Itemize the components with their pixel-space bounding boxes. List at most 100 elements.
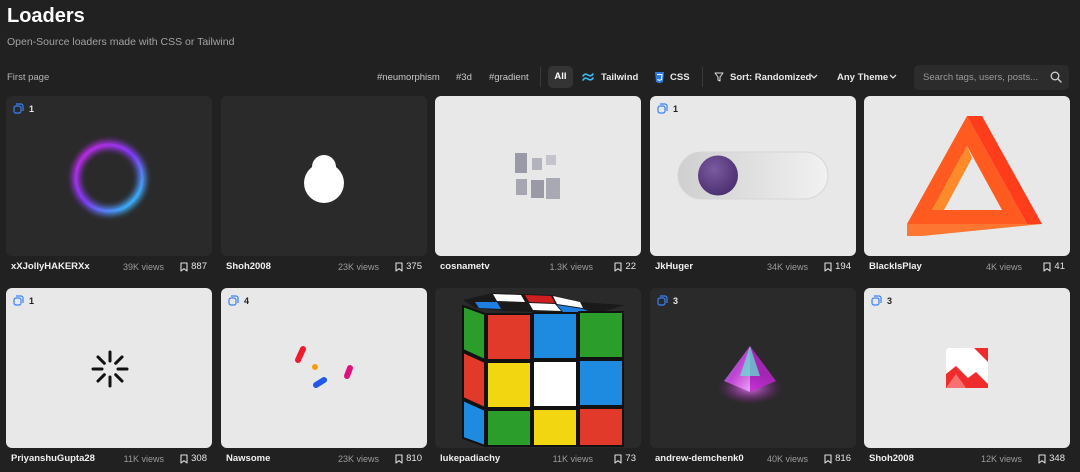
author-name[interactable]: lukepadiachy bbox=[440, 453, 500, 464]
card-footer: lukepadiachy 11K views 73 bbox=[435, 452, 641, 466]
save-count[interactable]: 375 bbox=[395, 261, 422, 272]
loader-preview[interactable] bbox=[435, 96, 641, 256]
save-count-value: 194 bbox=[835, 261, 851, 272]
author-name[interactable]: BlackIsPlay bbox=[869, 261, 922, 272]
filter-css-button[interactable]: CSS bbox=[670, 72, 690, 83]
bookmark-icon bbox=[824, 453, 832, 464]
tag-gradient[interactable]: #gradient bbox=[489, 72, 529, 83]
save-count[interactable]: 810 bbox=[395, 453, 422, 464]
glowing-pyramid-loader bbox=[718, 346, 782, 404]
view-count: 11K views bbox=[123, 454, 164, 464]
view-count: 34K views bbox=[766, 262, 808, 272]
search-box bbox=[914, 65, 1069, 90]
bookmark-icon bbox=[180, 261, 188, 272]
loader-preview[interactable] bbox=[435, 288, 641, 448]
save-count-value: 41 bbox=[1054, 261, 1065, 272]
author-name[interactable]: xXJollyHAKERXx bbox=[11, 261, 90, 272]
filter-toolbar: First page #neumorphism #3d #gradient Al… bbox=[0, 64, 1080, 91]
confetti-dots-loader bbox=[295, 346, 353, 388]
card-footer: BlackIsPlay 4K views 41 bbox=[864, 260, 1070, 274]
loader-preview[interactable]: 3 bbox=[864, 288, 1070, 448]
save-count[interactable]: 194 bbox=[824, 261, 851, 272]
chevron-down-icon bbox=[889, 74, 897, 80]
loader-preview[interactable] bbox=[221, 96, 427, 256]
loader-grid: 1 xXJollyHAKERXx 39K views 887 Shoh2008 … bbox=[6, 96, 1074, 472]
loader-preview[interactable] bbox=[864, 96, 1070, 256]
view-count: 1.3K views bbox=[549, 262, 593, 272]
neumorphic-toggle-loader bbox=[677, 151, 829, 200]
card-footer: xXJollyHAKERXx 39K views 887 bbox=[6, 260, 212, 274]
card-footer: Shoh2008 23K views 375 bbox=[221, 260, 427, 274]
tag-neumorphism[interactable]: #neumorphism bbox=[377, 72, 440, 83]
save-count-value: 887 bbox=[191, 261, 207, 272]
author-name[interactable]: cosnametv bbox=[440, 261, 490, 272]
save-count[interactable]: 22 bbox=[614, 261, 636, 272]
save-count[interactable]: 308 bbox=[180, 453, 207, 464]
bookmark-icon bbox=[1038, 453, 1046, 464]
image-icon bbox=[946, 348, 988, 388]
theme-dropdown[interactable]: Any Theme bbox=[837, 72, 888, 83]
author-name[interactable]: andrew-demchenk0 bbox=[655, 453, 744, 464]
gradient-ring-loader bbox=[72, 141, 146, 215]
view-count: 11K views bbox=[552, 454, 593, 464]
bookmark-icon bbox=[180, 453, 188, 464]
loader-preview[interactable]: 3 bbox=[650, 288, 856, 448]
white-blob-loader bbox=[304, 155, 344, 203]
filter-all-button[interactable]: All bbox=[548, 66, 573, 88]
author-name[interactable]: PriyanshuGupta28 bbox=[11, 453, 95, 464]
spinner-loader bbox=[91, 350, 129, 388]
rubiks-cube-loader bbox=[462, 293, 625, 448]
tag-3d[interactable]: #3d bbox=[456, 72, 472, 83]
grey-blocks-loader bbox=[515, 153, 560, 199]
save-count-value: 375 bbox=[406, 261, 422, 272]
sort-dropdown[interactable]: Sort: Randomized bbox=[730, 72, 811, 83]
save-count[interactable]: 816 bbox=[824, 453, 851, 464]
divider bbox=[540, 67, 541, 87]
tailwind-icon bbox=[581, 71, 595, 83]
card-footer: andrew-demchenk0 40K views 816 bbox=[650, 452, 856, 466]
card-footer: Nawsome 23K views 810 bbox=[221, 452, 427, 466]
view-count: 23K views bbox=[337, 262, 379, 272]
view-count: 40K views bbox=[766, 454, 808, 464]
view-count: 4K views bbox=[985, 262, 1022, 272]
save-count[interactable]: 887 bbox=[180, 261, 207, 272]
bookmark-icon bbox=[824, 261, 832, 272]
save-count-value: 22 bbox=[625, 261, 636, 272]
author-name[interactable]: Shoh2008 bbox=[869, 453, 914, 464]
save-count[interactable]: 348 bbox=[1038, 453, 1065, 464]
first-page-label: First page bbox=[7, 72, 50, 83]
view-count: 39K views bbox=[122, 262, 164, 272]
divider bbox=[702, 67, 703, 87]
bookmark-icon bbox=[395, 261, 403, 272]
author-name[interactable]: Shoh2008 bbox=[226, 261, 271, 272]
card-footer: PriyanshuGupta28 11K views 308 bbox=[6, 452, 212, 466]
chevron-down-icon bbox=[810, 74, 818, 80]
save-count-value: 73 bbox=[625, 453, 636, 464]
save-count-value: 348 bbox=[1049, 453, 1065, 464]
filter-funnel-icon bbox=[714, 72, 724, 82]
save-count-value: 816 bbox=[835, 453, 851, 464]
loader-preview[interactable]: 1 bbox=[6, 288, 212, 448]
author-name[interactable]: JkHuger bbox=[655, 261, 693, 272]
bookmark-icon bbox=[1043, 261, 1051, 272]
card-footer: JkHuger 34K views 194 bbox=[650, 260, 856, 274]
save-count[interactable]: 41 bbox=[1043, 261, 1065, 272]
page-subtitle: Open-Source loaders made with CSS or Tai… bbox=[7, 36, 235, 48]
search-input[interactable] bbox=[923, 70, 1047, 85]
loader-preview[interactable]: 4 bbox=[221, 288, 427, 448]
filter-tailwind-button[interactable]: Tailwind bbox=[601, 72, 638, 83]
bookmark-icon bbox=[614, 261, 622, 272]
save-count[interactable]: 73 bbox=[614, 453, 636, 464]
bookmark-icon bbox=[614, 453, 622, 464]
page-title: Loaders bbox=[7, 5, 85, 27]
card-footer: cosnametv 1.3K views 22 bbox=[435, 260, 641, 274]
loader-preview[interactable]: 1 bbox=[650, 96, 856, 256]
save-count-value: 308 bbox=[191, 453, 207, 464]
css-icon bbox=[654, 71, 665, 84]
search-icon[interactable] bbox=[1050, 71, 1062, 83]
author-name[interactable]: Nawsome bbox=[226, 453, 270, 464]
save-count-value: 810 bbox=[406, 453, 422, 464]
view-count: 12K views bbox=[980, 454, 1022, 464]
card-footer: Shoh2008 12K views 348 bbox=[864, 452, 1070, 466]
loader-preview[interactable]: 1 bbox=[6, 96, 212, 256]
